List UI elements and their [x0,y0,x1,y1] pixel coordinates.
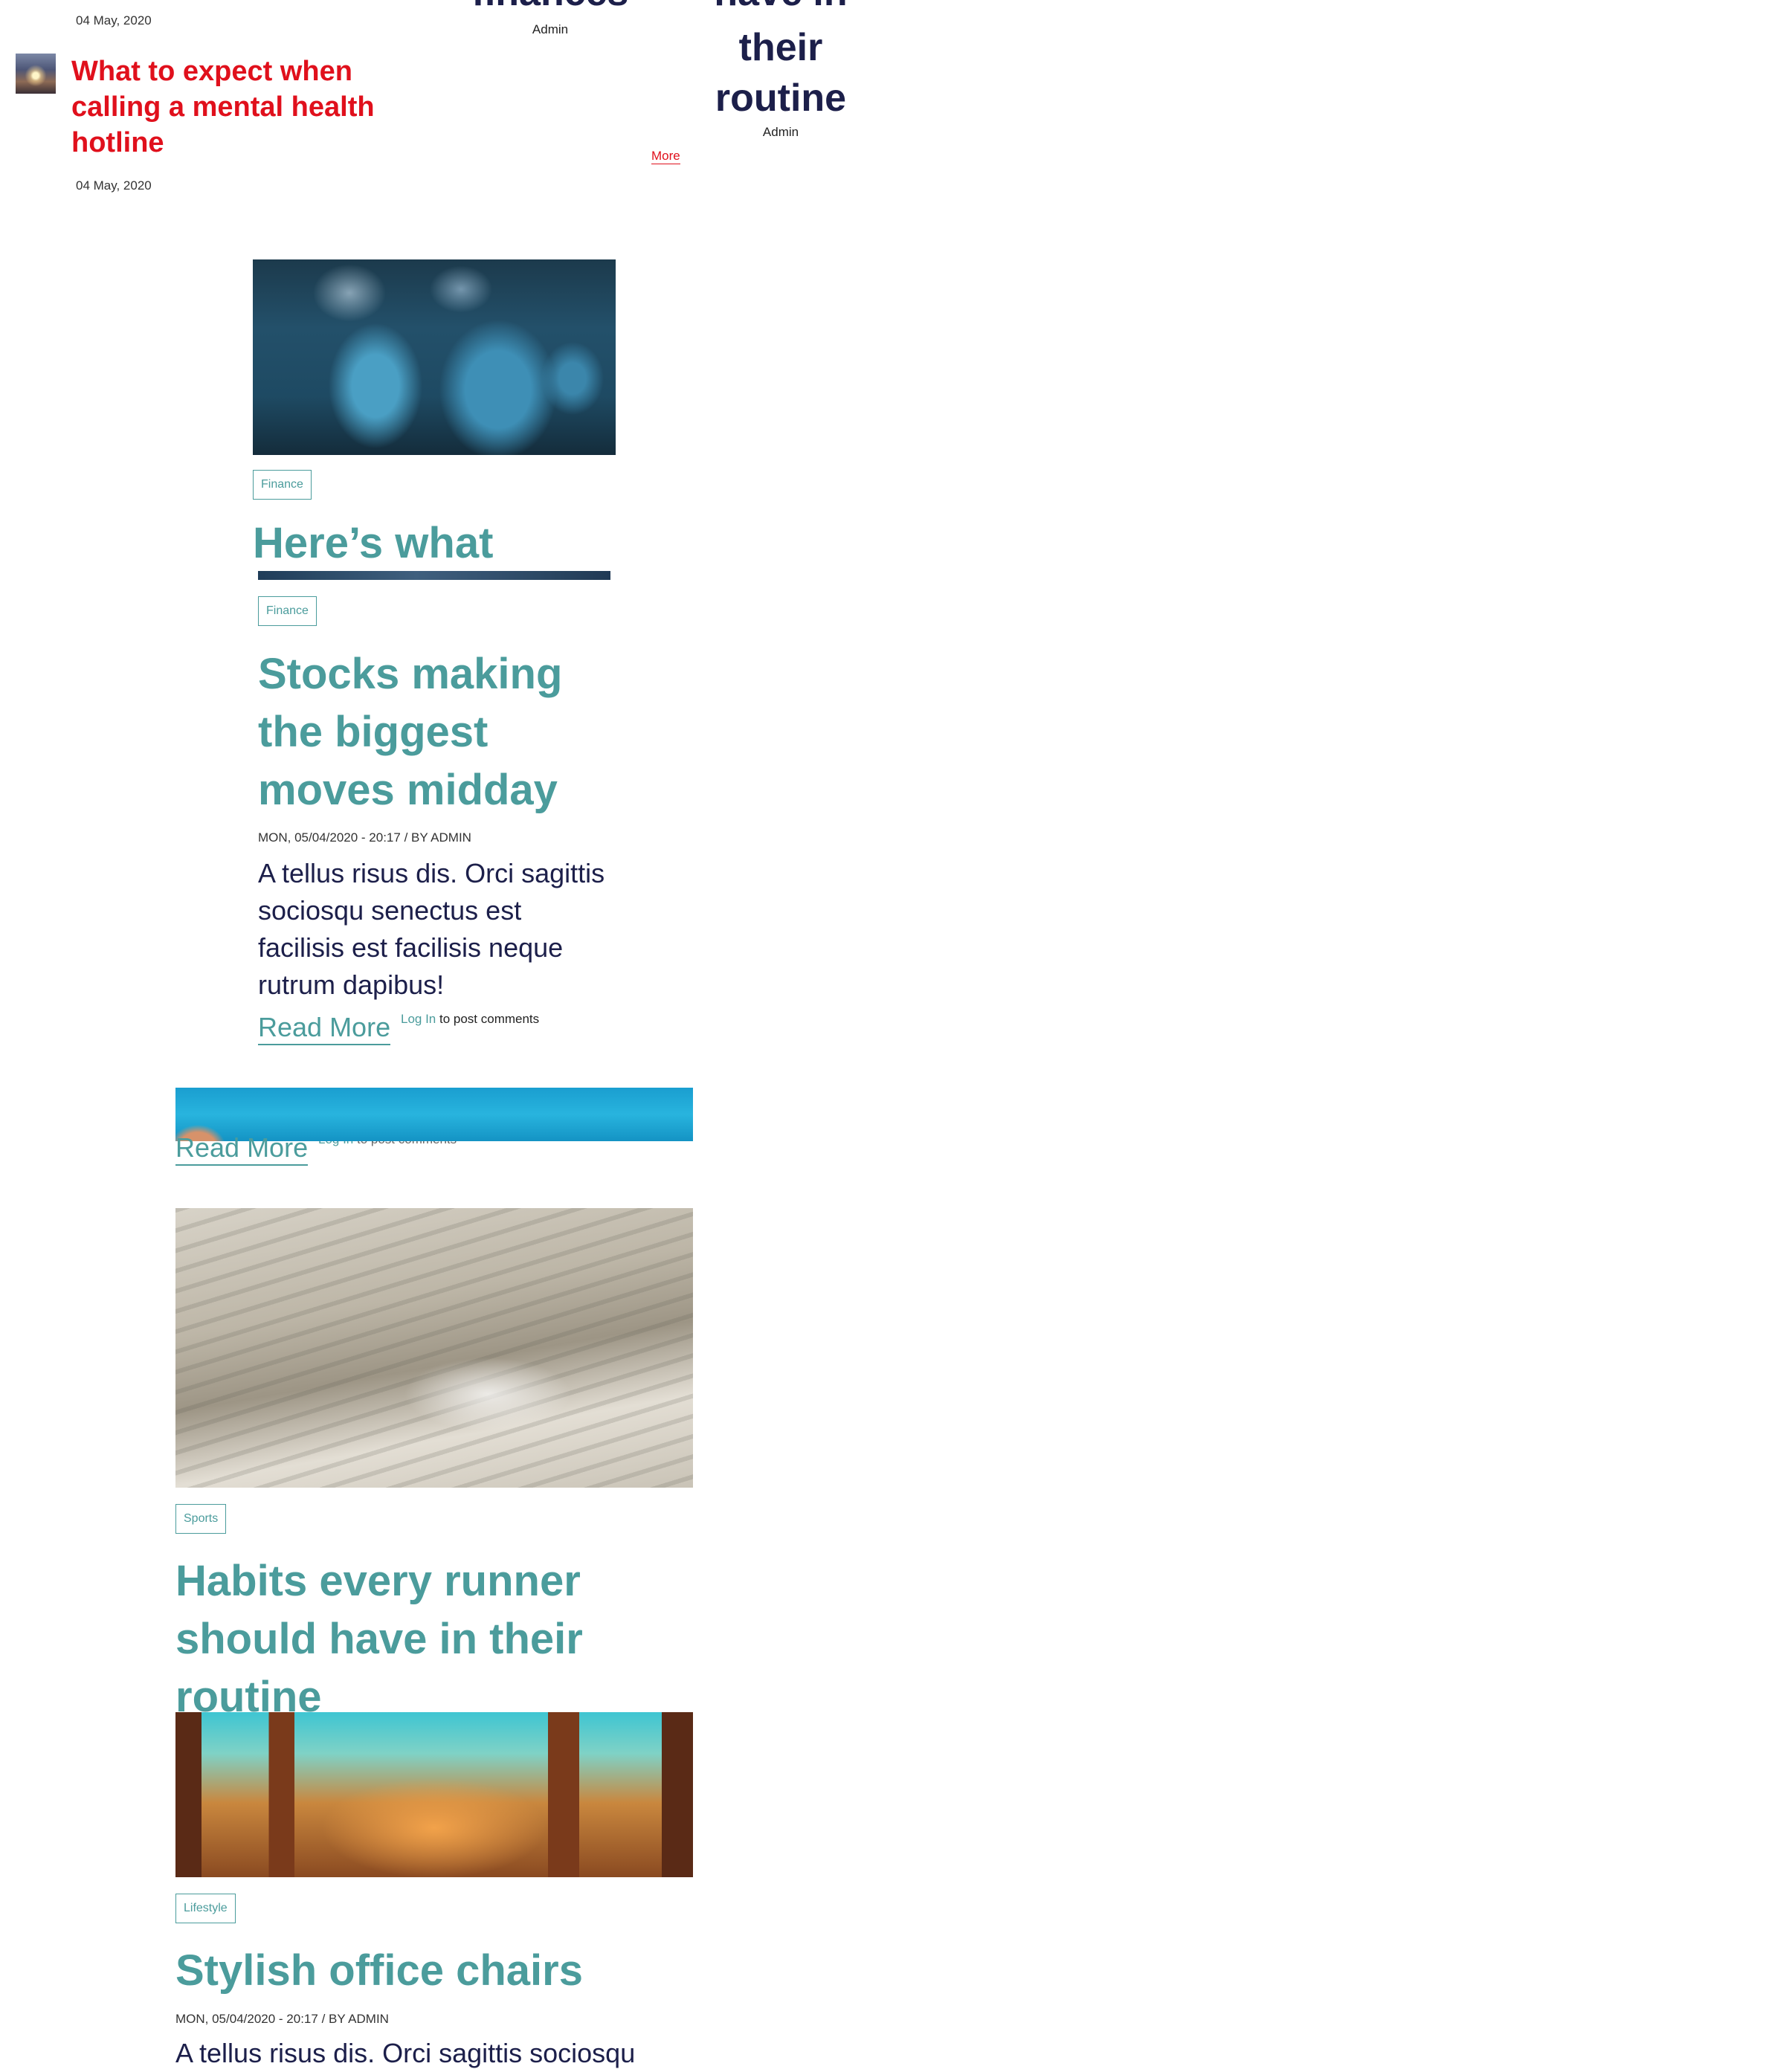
post-title-line[interactable]: routine [669,73,892,123]
article-meta: MON, 05/04/2020 - 20:17 / BY ADMIN [258,830,471,845]
post-date: 04 May, 2020 [76,13,152,28]
article-image-strip[interactable] [258,571,610,580]
article-title-clip: Here’s what [253,520,617,572]
post-title-fragment[interactable]: finances [439,0,662,18]
article-meta: MON, 05/04/2020 - 20:17 / BY ADMIN [175,2012,389,2026]
read-more-link[interactable]: Read More [258,1012,391,1045]
article-image-palace[interactable] [175,1712,693,1877]
article-tag-wrap: Sports [175,1504,227,1534]
post-author: Admin [762,125,799,139]
category-tag[interactable]: Lifestyle [175,1894,236,1923]
article-title[interactable]: Stylish office chairs [175,1942,696,2000]
article-title[interactable]: Stocks making the biggest moves midday [258,645,607,819]
post-title-link[interactable]: What to expect when calling a mental hea… [71,54,399,161]
read-more-link[interactable]: Read More [175,1132,309,1166]
login-to-comment: Log In to post comments [401,1012,539,1027]
login-link[interactable]: Log In [401,1012,436,1026]
post-title-line[interactable]: their [669,22,892,73]
post-title-fragment[interactable]: have in [669,0,892,18]
category-tag[interactable]: Finance [253,470,312,500]
more-link-wrap: More [651,149,680,164]
article-image-money[interactable] [175,1208,693,1488]
article-tag-wrap: Finance [258,596,317,626]
article-tag-wrap: Finance [253,470,312,500]
article-excerpt: A tellus risus dis. Orci sagittis socios… [258,858,605,1000]
article-excerpt: A tellus risus dis. Orci sagittis socios… [175,2038,636,2068]
read-more-row: Read More [258,1012,391,1045]
article-title[interactable]: Here’s what [253,520,617,572]
more-link[interactable]: More [651,149,680,164]
title-fragment-container: finances [439,0,662,18]
post-author: Admin [532,22,569,36]
category-tag[interactable]: Sports [175,1504,227,1534]
title-fragment-container: have in [669,0,892,18]
sunset-thumbnail-icon[interactable] [16,54,56,94]
login-suffix: to post comments [436,1012,540,1026]
category-tag[interactable]: Finance [258,596,317,626]
read-more-row: Read More [175,1132,309,1166]
article-title[interactable]: Habits every runner should have in their… [175,1552,636,1726]
article-image-surgery[interactable] [253,259,616,455]
post-date: 04 May, 2020 [76,178,152,193]
article-tag-wrap: Lifestyle [175,1894,236,1923]
